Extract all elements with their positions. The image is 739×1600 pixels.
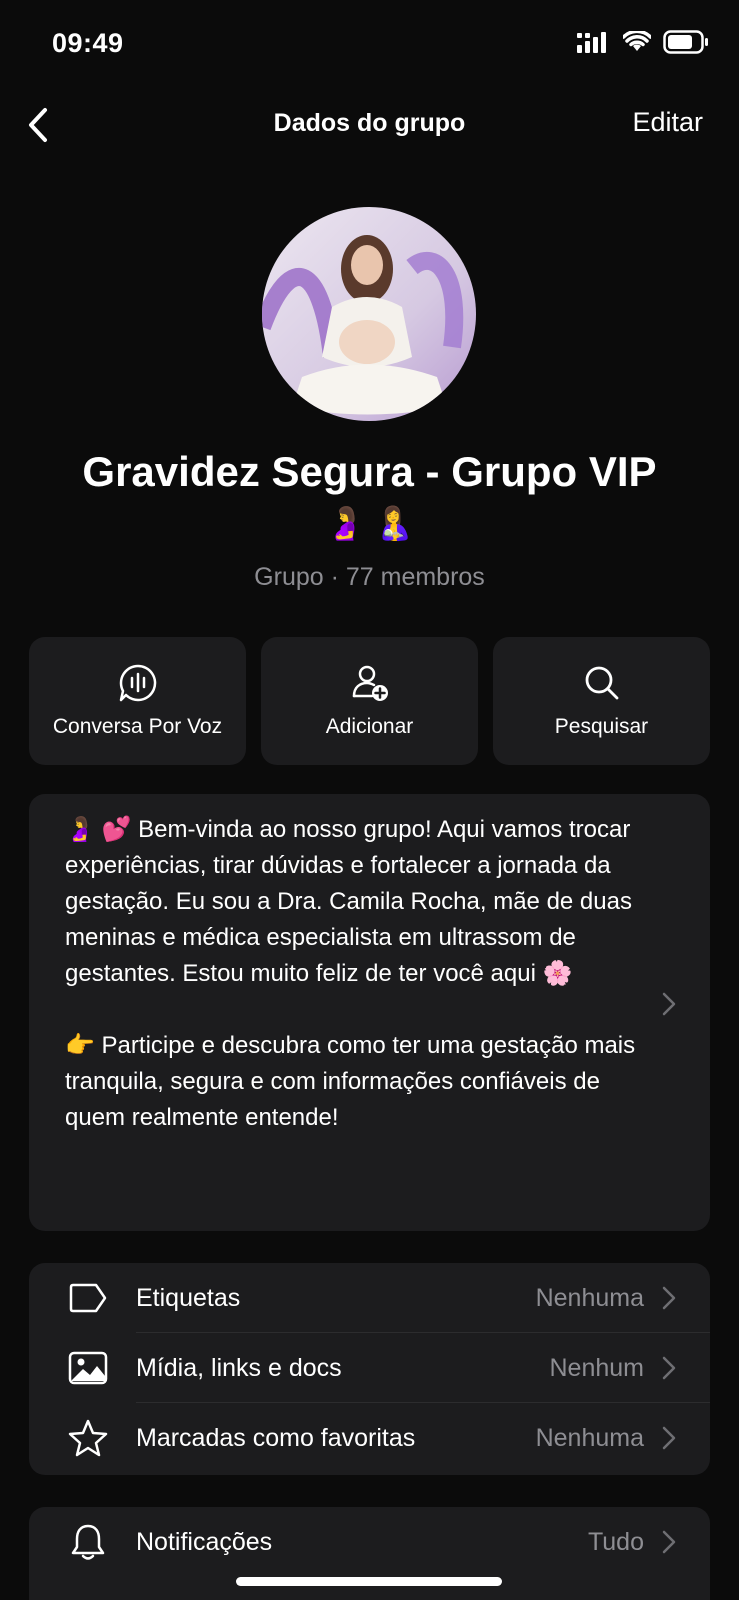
row-value: Tudo: [587, 1527, 644, 1556]
row-value: Nenhuma: [535, 1283, 644, 1312]
group-photo: [262, 207, 476, 421]
row-label: Mídia, links e docs: [136, 1353, 342, 1382]
group-avatar[interactable]: [262, 207, 476, 421]
settings-list: Notificações Tudo: [29, 1507, 710, 1600]
tag-icon: [67, 1277, 109, 1319]
edit-button[interactable]: Editar: [632, 107, 703, 138]
group-description[interactable]: 🤰 💕 Bem-vinda ao nosso grupo! Aqui vamos…: [29, 794, 710, 1231]
voice-chat-button[interactable]: Conversa Por Voz: [29, 637, 246, 765]
search-label: Pesquisar: [554, 715, 649, 738]
action-buttons: Conversa Por Voz Adicionar Pesquisar: [29, 637, 710, 765]
chevron-right-icon: [662, 1426, 676, 1450]
row-media[interactable]: Mídia, links e docs Nenhum: [29, 1333, 710, 1403]
group-name: Gravidez Segura - Grupo VIP: [82, 448, 657, 495]
cellular-signal-icon: [577, 32, 606, 53]
page-title: Dados do grupo: [273, 109, 466, 137]
group-member-count: Grupo · 77 membros: [254, 563, 485, 591]
row-label: Etiquetas: [136, 1283, 241, 1312]
row-label: Marcadas como favoritas: [136, 1423, 416, 1452]
description-text: 🤰 💕 Bem-vinda ao nosso grupo! Aqui vamos…: [65, 816, 636, 1131]
bell-icon: [67, 1521, 109, 1563]
add-person-icon: [352, 665, 388, 701]
wifi-icon: [623, 31, 651, 51]
status-icons: [577, 30, 709, 54]
row-starred[interactable]: Marcadas como favoritas Nenhuma: [29, 1403, 710, 1473]
image-icon: [67, 1347, 109, 1389]
status-time: 09:49: [52, 28, 124, 58]
group-name-emojis: 🤰 🤱: [325, 505, 414, 541]
chevron-right-icon: [662, 1530, 676, 1554]
battery-icon: [663, 30, 708, 54]
row-notifications[interactable]: Notificações Tudo: [29, 1507, 710, 1577]
add-member-label: Adicionar: [325, 715, 414, 738]
search-icon: [585, 666, 618, 700]
chevron-right-icon: [662, 1356, 676, 1380]
search-button[interactable]: Pesquisar: [493, 637, 710, 765]
nav-bar: Dados do grupo Editar: [0, 95, 739, 155]
home-indicator[interactable]: [236, 1577, 502, 1586]
row-label: Notificações: [136, 1527, 273, 1556]
voice-chat-label: Conversa Por Voz: [52, 715, 223, 738]
chevron-right-icon: [662, 992, 676, 1016]
chevron-right-icon: [662, 1286, 676, 1310]
row-labels[interactable]: Etiquetas Nenhuma: [29, 1263, 710, 1333]
voice-chat-icon: [119, 664, 156, 702]
row-value: Nenhuma: [535, 1423, 644, 1452]
add-member-button[interactable]: Adicionar: [261, 637, 478, 765]
status-bar: 09:49: [0, 0, 739, 90]
row-value: Nenhum: [549, 1353, 645, 1382]
star-icon: [67, 1417, 109, 1459]
group-info-list: Etiquetas Nenhuma Mídia, links e docs Ne…: [29, 1263, 710, 1475]
